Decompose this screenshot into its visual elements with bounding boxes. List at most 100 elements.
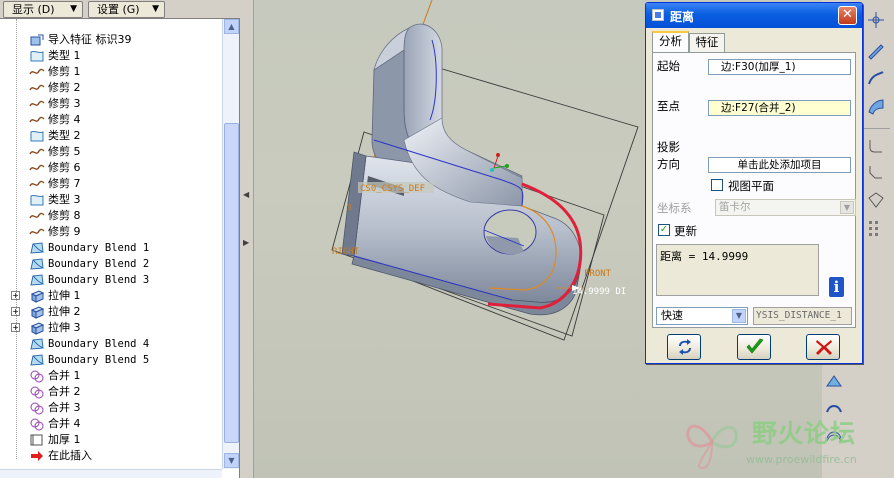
info-icon[interactable]: i	[829, 277, 844, 297]
tree-item[interactable]: + 拉伸 1	[0, 288, 222, 304]
mode-select[interactable]: 快速 ▼	[656, 307, 748, 325]
sketch-icon[interactable]	[866, 40, 886, 60]
tree-item[interactable]: 修剪 4	[0, 112, 222, 128]
result-text: 距离 = 14.9999	[660, 250, 749, 263]
settings-menu-button[interactable]: 设置 (G) ▼	[88, 1, 165, 18]
chevron-down-icon: ▼	[70, 4, 77, 14]
tree-item[interactable]: + 拉伸 3	[0, 320, 222, 336]
update-label: 更新	[674, 224, 697, 238]
shell-icon[interactable]	[866, 190, 886, 210]
tree-item[interactable]: Boundary Blend 1	[0, 240, 222, 256]
tree-item[interactable]: 合并 4	[0, 416, 222, 432]
blend-icon[interactable]	[866, 96, 886, 116]
tree-item[interactable]: Boundary Blend 3	[0, 272, 222, 288]
tree-item[interactable]: 修剪 8	[0, 208, 222, 224]
csys-label[interactable]: CS0_CSYS_DEF	[360, 184, 425, 194]
ok-check-icon	[746, 338, 764, 354]
from-reference-field[interactable]: 边:F30(加厚_1)	[708, 59, 851, 75]
tree-item[interactable]: 类型 1	[0, 48, 222, 64]
tree-item[interactable]: 合并 2	[0, 384, 222, 400]
projection-label: 投影	[657, 140, 680, 154]
scroll-down-icon[interactable]: ▼	[224, 453, 239, 468]
tree-item[interactable]: 修剪 5	[0, 144, 222, 160]
tree-item[interactable]: 修剪 3	[0, 96, 222, 112]
distance-dialog: 距离 ✕ 分析 特征 起始 边:F30(加厚_1) 至点 边:F27(合并_2)…	[645, 2, 863, 364]
tree-item[interactable]: 在此插入	[0, 448, 222, 464]
csys-select: 笛卡尔 ▼	[715, 199, 856, 216]
panel-sash[interactable]: ◀ ▶	[240, 0, 254, 478]
chamfer-icon[interactable]	[866, 162, 886, 182]
tree-item[interactable]: + 拉伸 2	[0, 304, 222, 320]
pattern-icon[interactable]	[866, 218, 886, 238]
collapse-left-icon[interactable]: ◀	[243, 190, 249, 199]
watermark-url: www.proewildfire.cn	[746, 453, 857, 466]
view-plane-checkbox[interactable]	[711, 179, 723, 191]
datum-curve-icon	[29, 193, 45, 207]
thicken-icon	[29, 433, 45, 447]
merge-surface-icon[interactable]	[824, 372, 844, 392]
dialog-title-bar[interactable]: 距离 ✕	[646, 3, 862, 28]
tree-item-label: 修剪 3	[48, 97, 81, 110]
dialog-app-icon	[652, 9, 664, 21]
model-tree-scroll-thumb[interactable]	[224, 123, 239, 443]
mode-select-value: 快速	[661, 309, 683, 322]
model-tree-horizontal-scrollbar[interactable]	[0, 469, 222, 478]
tree-item[interactable]: 加厚 1	[0, 432, 222, 448]
tree-item[interactable]: 合并 3	[0, 400, 222, 416]
model-tree-vertical-scrollbar[interactable]: ▲ ▼	[222, 19, 239, 469]
tree-item[interactable]: 导入特征 标识39	[0, 32, 222, 48]
to-reference-field[interactable]: 边:F27(合并_2)	[708, 100, 851, 116]
tree-item[interactable]: Boundary Blend 5	[0, 352, 222, 368]
cancel-button[interactable]	[806, 334, 840, 360]
tree-item[interactable]: 修剪 1	[0, 64, 222, 80]
dialog-title: 距离	[670, 10, 695, 24]
expand-right-icon[interactable]: ▶	[243, 238, 249, 247]
close-button[interactable]: ✕	[838, 6, 857, 25]
tree-item[interactable]: 修剪 6	[0, 160, 222, 176]
merge-icon	[29, 385, 45, 399]
tree-item[interactable]: 修剪 7	[0, 176, 222, 192]
watermark-title: 野火论坛	[752, 419, 857, 448]
tree-item[interactable]: 类型 2	[0, 128, 222, 144]
scroll-up-icon[interactable]: ▲	[224, 19, 239, 34]
analysis-tab-panel: 起始 边:F30(加厚_1) 至点 边:F27(合并_2) 投影 方向 单击此处…	[652, 52, 856, 328]
extrude-icon	[29, 289, 45, 303]
tree-item[interactable]: 类型 3	[0, 192, 222, 208]
boundary-blend-icon	[29, 257, 45, 271]
result-display: 距离 = 14.9999	[656, 244, 819, 296]
merge-icon	[29, 417, 45, 431]
update-checkbox[interactable]: ✓	[658, 224, 670, 236]
butterfly-logo-icon	[686, 424, 738, 470]
tree-item-label: 修剪 2	[48, 81, 81, 94]
tree-item-label: 修剪 4	[48, 113, 81, 126]
datum-csys-icon[interactable]	[866, 10, 886, 30]
analysis-name-field[interactable]: YSIS_DISTANCE_1	[753, 307, 852, 325]
boundary-blend-icon	[29, 273, 45, 287]
to-label: 至点	[657, 99, 680, 113]
right-plane-label[interactable]: RIGHT	[332, 247, 360, 257]
close-icon: ✕	[842, 7, 853, 22]
tree-item[interactable]: Boundary Blend 4	[0, 336, 222, 352]
tree-item[interactable]: Boundary Blend 2	[0, 256, 222, 272]
show-menu-button[interactable]: 显示 (D) ▼	[3, 1, 83, 18]
tree-item[interactable]: 修剪 2	[0, 80, 222, 96]
tree-item[interactable]: 修剪 9	[0, 224, 222, 240]
distance-annotation[interactable]: 14.9999 DI	[572, 287, 626, 297]
tree-item-label: 类型 1	[48, 49, 81, 62]
round-icon[interactable]	[866, 136, 886, 156]
tree-item-label: Boundary Blend 4	[48, 338, 150, 350]
ok-button[interactable]	[737, 334, 771, 360]
extrude-icon	[29, 321, 45, 335]
tree-item-label: 修剪 6	[48, 161, 81, 174]
tree-item-label: 导入特征 标识39	[48, 33, 132, 46]
tree-item-label: 加厚 1	[48, 433, 81, 446]
chevron-down-icon[interactable]: ▼	[732, 309, 746, 323]
direction-field[interactable]: 单击此处添加项目	[708, 157, 851, 173]
front-plane-label[interactable]: FRONT	[584, 269, 612, 279]
tab-feature[interactable]: 特征	[689, 33, 725, 52]
repeat-button[interactable]	[667, 334, 701, 360]
tree-item[interactable]: 合并 1	[0, 368, 222, 384]
sweep-icon[interactable]	[866, 68, 886, 88]
tab-analysis[interactable]: 分析	[652, 31, 689, 52]
tree-item-label: 合并 4	[48, 417, 81, 430]
